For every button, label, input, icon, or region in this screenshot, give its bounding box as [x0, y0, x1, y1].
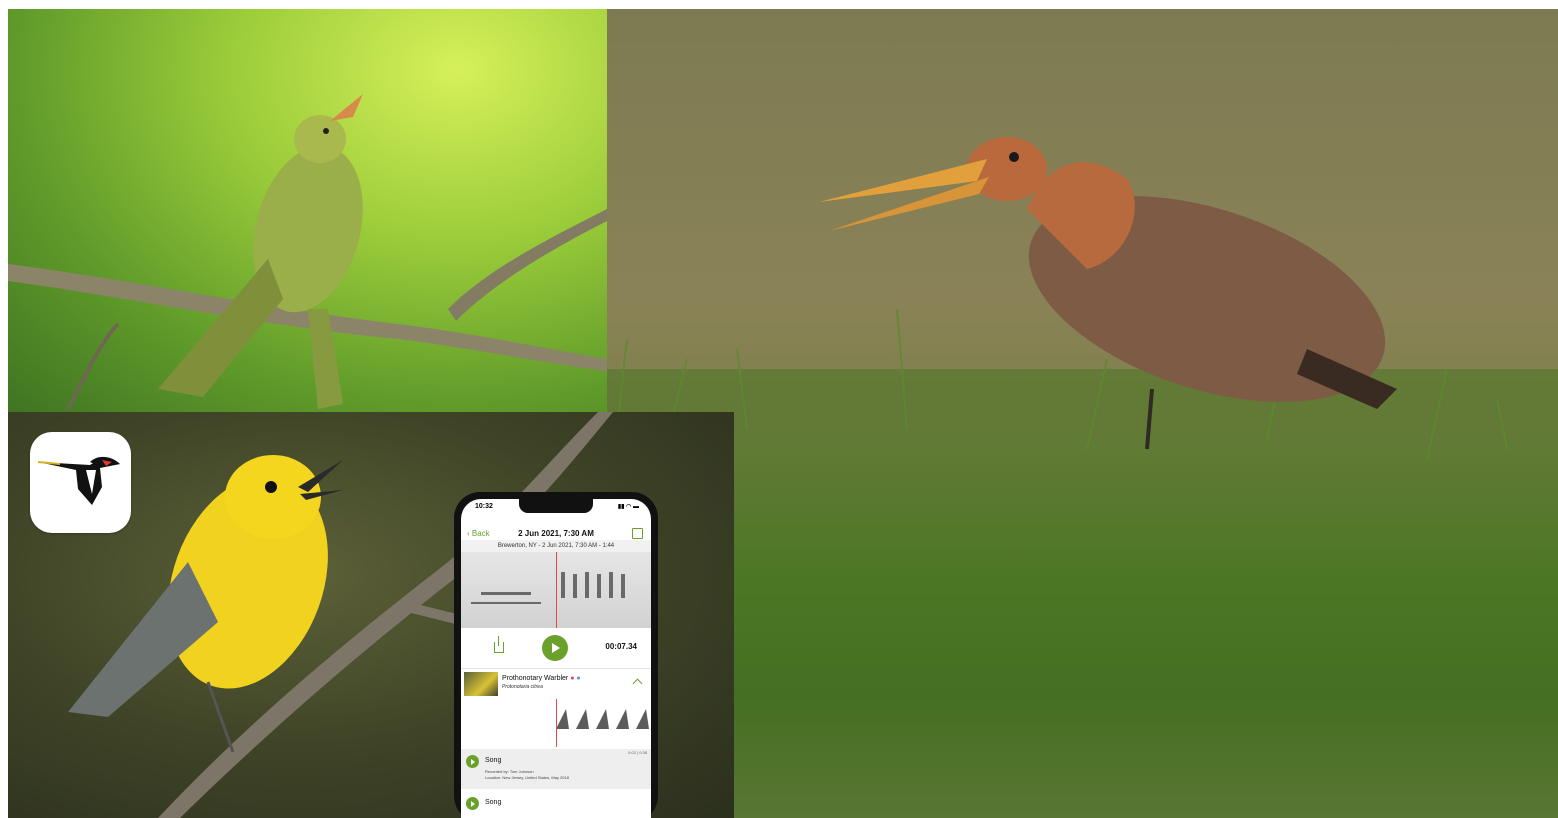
recording-subhead: Brewerton, NY - 2 Jun 2021, 7:30 AM - 1:… [461, 540, 651, 552]
prothonotary-warbler-photo: 10:32 ▮▮ ◠ ▬ ‹ Back 2 Jun 2021, 7:30 AM … [8, 412, 734, 818]
song-list-item[interactable]: Song Recorded by: Tom Johnson Location: … [461, 749, 651, 789]
phone-screen: 10:32 ▮▮ ◠ ▬ ‹ Back 2 Jun 2021, 7:30 AM … [461, 499, 651, 818]
spectrogram[interactable] [461, 552, 651, 628]
bird-logo-icon [37, 456, 120, 505]
song-recorded-by: Recorded by: Tom Johnson [485, 769, 534, 774]
status-time: 10:32 [475, 503, 493, 510]
playhead[interactable] [556, 552, 557, 628]
playback-controls: 00:07.34 [461, 628, 651, 669]
song-location: Location: New Jersey, United States, May… [485, 775, 569, 780]
species-name: Prothonotary Warbler ● ● [502, 675, 581, 682]
edit-icon[interactable] [632, 528, 643, 539]
nav-title: 2 Jun 2021, 7:30 AM [518, 529, 594, 538]
song-label: Song [485, 757, 502, 764]
chevron-up-icon[interactable] [632, 678, 643, 689]
share-icon[interactable] [494, 636, 504, 653]
status-icons: ▮▮ ◠ ▬ [617, 504, 639, 510]
species-thumbnail [464, 672, 498, 696]
play-button[interactable] [542, 635, 568, 661]
species-row[interactable]: Prothonotary Warbler ● ● Protonotaria ci… [461, 669, 651, 700]
warbler-photo [8, 9, 607, 412]
song-label: Song [485, 799, 502, 806]
species-spectrogram-marks [556, 699, 649, 747]
status-bar: 10:32 ▮▮ ◠ ▬ [461, 503, 651, 515]
app-icon[interactable] [30, 432, 131, 533]
species-scientific-name: Protonotaria citrea [502, 684, 543, 690]
song-play-button[interactable] [466, 755, 479, 768]
song-duration: 0:02 | 0:38 [628, 750, 647, 755]
species-spectrogram[interactable] [461, 699, 651, 747]
song-list-item[interactable]: Song [461, 791, 651, 818]
phone-mockup: 10:32 ▮▮ ◠ ▬ ‹ Back 2 Jun 2021, 7:30 AM … [454, 492, 658, 818]
godwit-photo [607, 9, 1558, 818]
playback-timer: 00:07.34 [605, 642, 637, 651]
song-play-button[interactable] [466, 797, 479, 810]
